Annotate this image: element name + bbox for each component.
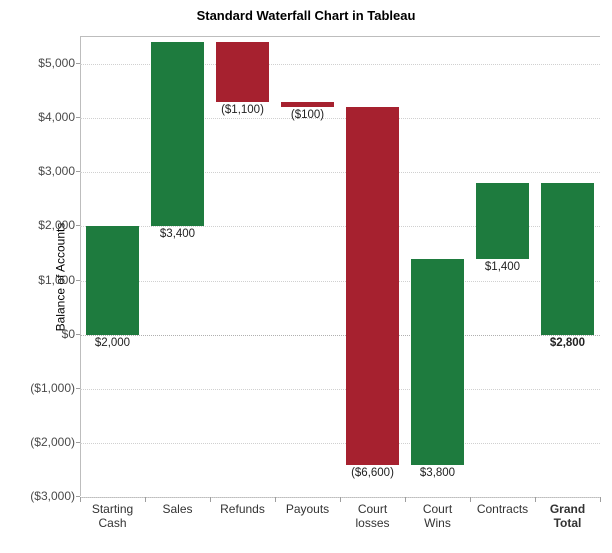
x-axis-area: StartingCashSalesRefundsPayoutsCourtloss…: [80, 497, 600, 547]
data-label: ($100): [291, 109, 324, 121]
chart-title: Standard Waterfall Chart in Tableau: [0, 8, 612, 23]
y-tick-label: $0: [5, 327, 75, 341]
x-tick: [340, 497, 341, 502]
bar-grand-total[interactable]: [541, 183, 594, 335]
data-label: $3,800: [420, 467, 455, 479]
y-tick: [76, 496, 80, 497]
y-tick: [76, 388, 80, 389]
y-tick: [76, 225, 80, 226]
y-tick-label: ($1,000): [5, 381, 75, 395]
x-axis-label: Contracts: [470, 503, 535, 517]
y-tick: [76, 334, 80, 335]
x-axis-label: GrandTotal: [535, 503, 600, 531]
grid-line: [80, 443, 600, 444]
data-label: $3,400: [160, 228, 195, 240]
y-tick: [76, 280, 80, 281]
bar-contracts[interactable]: [476, 183, 529, 259]
x-axis-label: StartingCash: [80, 503, 145, 531]
y-tick-label: $3,000: [5, 164, 75, 178]
data-label: $2,800: [550, 337, 585, 349]
bar-sales[interactable]: [151, 42, 204, 226]
x-tick: [535, 497, 536, 502]
y-tick-label: $4,000: [5, 110, 75, 124]
y-tick: [76, 442, 80, 443]
plot-area: $2,000 $3,400 ($1,100) ($100) ($6,600) $3,800…: [80, 36, 600, 498]
grid-line: [80, 389, 600, 390]
x-tick: [600, 497, 601, 502]
bar-payouts[interactable]: [281, 102, 334, 107]
bar-starting-cash[interactable]: [86, 226, 139, 334]
data-label: ($6,600): [351, 467, 394, 479]
y-tick-label: ($2,000): [5, 435, 75, 449]
grid-line: [80, 281, 600, 282]
x-axis-label: Refunds: [210, 503, 275, 517]
y-tick-label: ($3,000): [5, 489, 75, 503]
bar-court-losses[interactable]: [346, 107, 399, 464]
x-tick: [210, 497, 211, 502]
x-axis-label: Courtlosses: [340, 503, 405, 531]
waterfall-chart: Standard Waterfall Chart in Tableau Bala…: [0, 0, 612, 553]
x-tick: [470, 497, 471, 502]
x-tick: [145, 497, 146, 502]
data-label: $1,400: [485, 261, 520, 273]
x-tick: [405, 497, 406, 502]
grid-line: [80, 335, 600, 336]
bar-court-wins[interactable]: [411, 259, 464, 465]
bar-refunds[interactable]: [216, 42, 269, 102]
y-tick-label: $5,000: [5, 56, 75, 70]
x-tick: [80, 497, 81, 502]
y-tick: [76, 171, 80, 172]
y-tick: [76, 63, 80, 64]
y-tick-label: $2,000: [5, 218, 75, 232]
x-axis-label: Payouts: [275, 503, 340, 517]
x-tick: [275, 497, 276, 502]
y-tick: [76, 117, 80, 118]
data-label: ($1,100): [221, 104, 264, 116]
data-label: $2,000: [95, 337, 130, 349]
y-tick-label: $1,000: [5, 273, 75, 287]
x-axis-label: CourtWins: [405, 503, 470, 531]
x-axis-label: Sales: [145, 503, 210, 517]
